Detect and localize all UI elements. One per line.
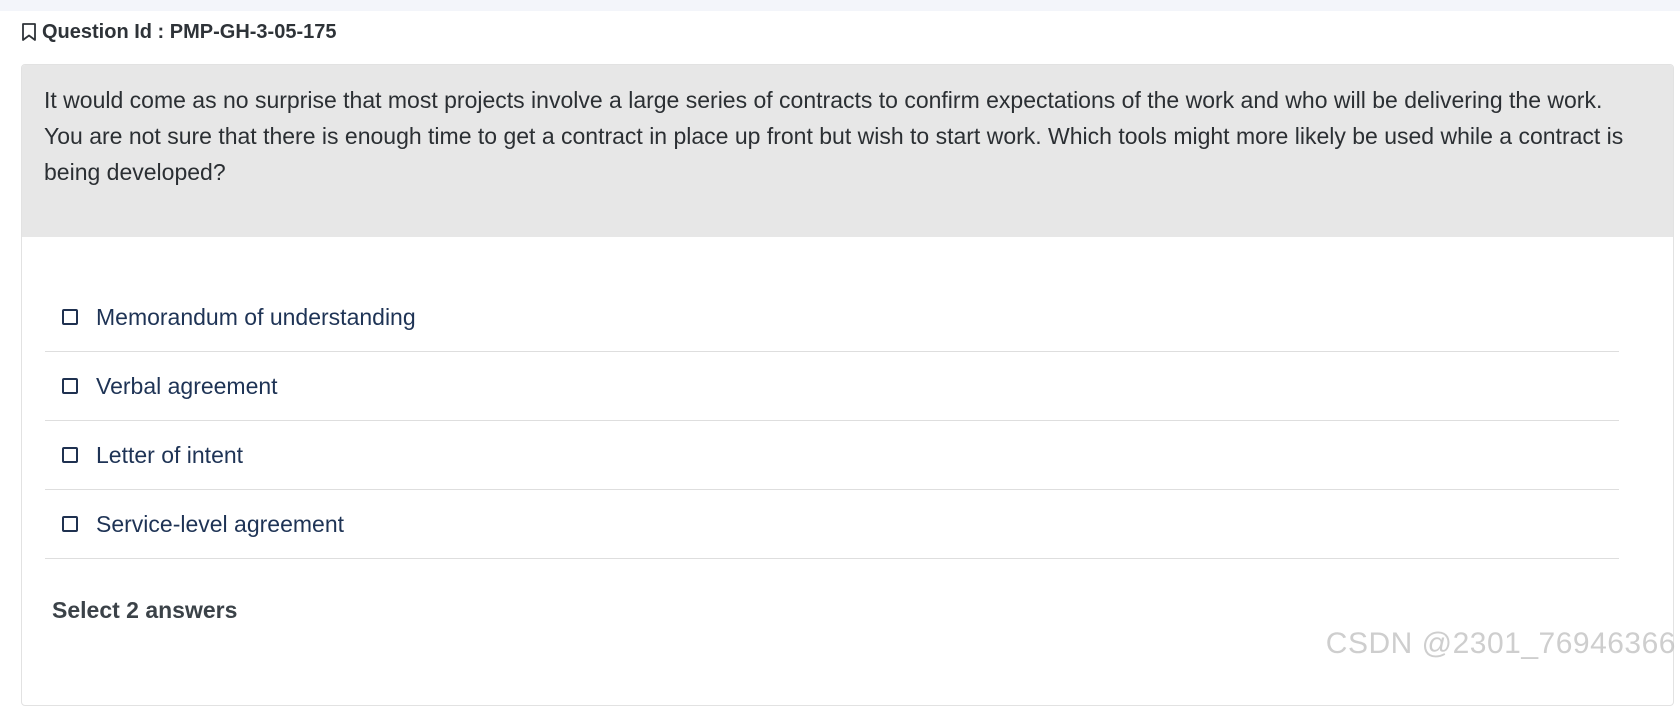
top-strip <box>0 0 1680 11</box>
answer-option-label: Memorandum of understanding <box>96 303 416 330</box>
answer-option-label: Verbal agreement <box>96 372 278 399</box>
select-answers-hint: Select 2 answers <box>52 597 238 623</box>
answer-option-label: Letter of intent <box>96 441 244 468</box>
question-id-label: Question Id : PMP-GH-3-05-175 <box>42 20 337 43</box>
question-stem: It would come as no surprise that most p… <box>22 65 1673 237</box>
answer-checkbox[interactable] <box>62 516 78 532</box>
answer-checkbox[interactable] <box>62 447 78 463</box>
answer-options-list: Memorandum of understanding Verbal agree… <box>45 283 1619 559</box>
answer-option[interactable]: Memorandum of understanding <box>45 283 1619 352</box>
answer-checkbox[interactable] <box>62 378 78 394</box>
question-id-header: Question Id : PMP-GH-3-05-175 <box>21 19 337 45</box>
answer-option[interactable]: Service-level agreement <box>45 490 1619 559</box>
answer-option[interactable]: Letter of intent <box>45 421 1619 490</box>
answer-checkbox[interactable] <box>62 309 78 325</box>
answer-option[interactable]: Verbal agreement <box>45 352 1619 421</box>
bookmark-icon[interactable] <box>21 23 37 41</box>
answer-option-label: Service-level agreement <box>96 510 345 537</box>
watermark: CSDN @2301_76946366 <box>1325 627 1676 660</box>
